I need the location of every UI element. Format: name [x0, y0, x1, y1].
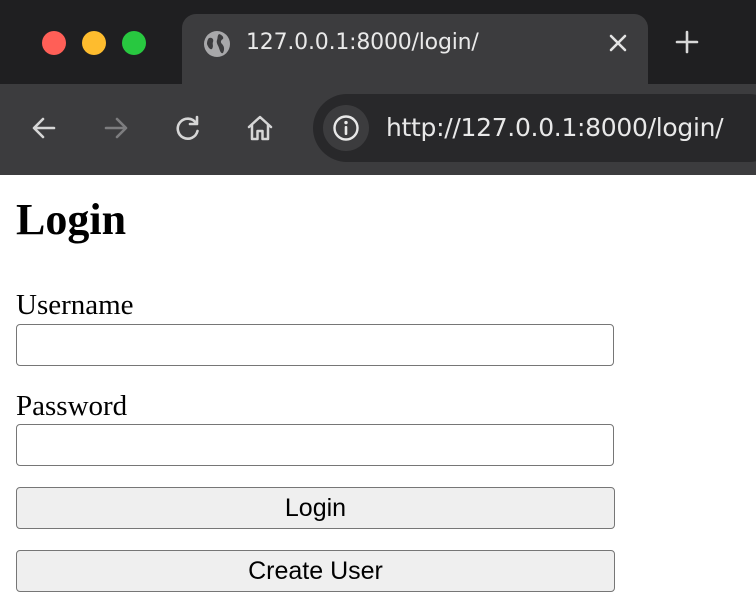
browser-toolbar: http://127.0.0.1:8000/login/ — [0, 84, 756, 175]
close-icon[interactable] — [606, 31, 630, 55]
info-icon — [333, 115, 359, 141]
password-input[interactable] — [16, 424, 614, 466]
page-content: Login Username Password Login Create Use… — [0, 175, 756, 610]
window-minimize-button[interactable] — [82, 31, 106, 55]
browser-tab[interactable]: 127.0.0.1:8000/login/ — [182, 14, 648, 84]
site-info-button[interactable] — [323, 105, 369, 151]
create-user-button[interactable]: Create User — [16, 550, 615, 592]
reload-icon[interactable] — [172, 112, 204, 144]
tab-bar: 127.0.0.1:8000/login/ — [0, 0, 756, 84]
tab-title: 127.0.0.1:8000/login/ — [246, 30, 479, 55]
address-bar[interactable]: http://127.0.0.1:8000/login/ — [313, 94, 756, 162]
window-close-button[interactable] — [42, 31, 66, 55]
plus-icon[interactable] — [673, 28, 701, 56]
window-zoom-button[interactable] — [122, 31, 146, 55]
username-label: Username — [16, 289, 134, 321]
globe-icon — [204, 31, 230, 57]
password-label: Password — [16, 390, 128, 422]
home-icon[interactable] — [244, 112, 276, 144]
page-title: Login — [16, 195, 127, 244]
back-arrow-icon[interactable] — [28, 112, 60, 144]
forward-arrow-icon[interactable] — [100, 112, 132, 144]
username-input[interactable] — [16, 324, 614, 366]
login-button[interactable]: Login — [16, 487, 615, 529]
url-text[interactable]: http://127.0.0.1:8000/login/ — [386, 111, 724, 145]
